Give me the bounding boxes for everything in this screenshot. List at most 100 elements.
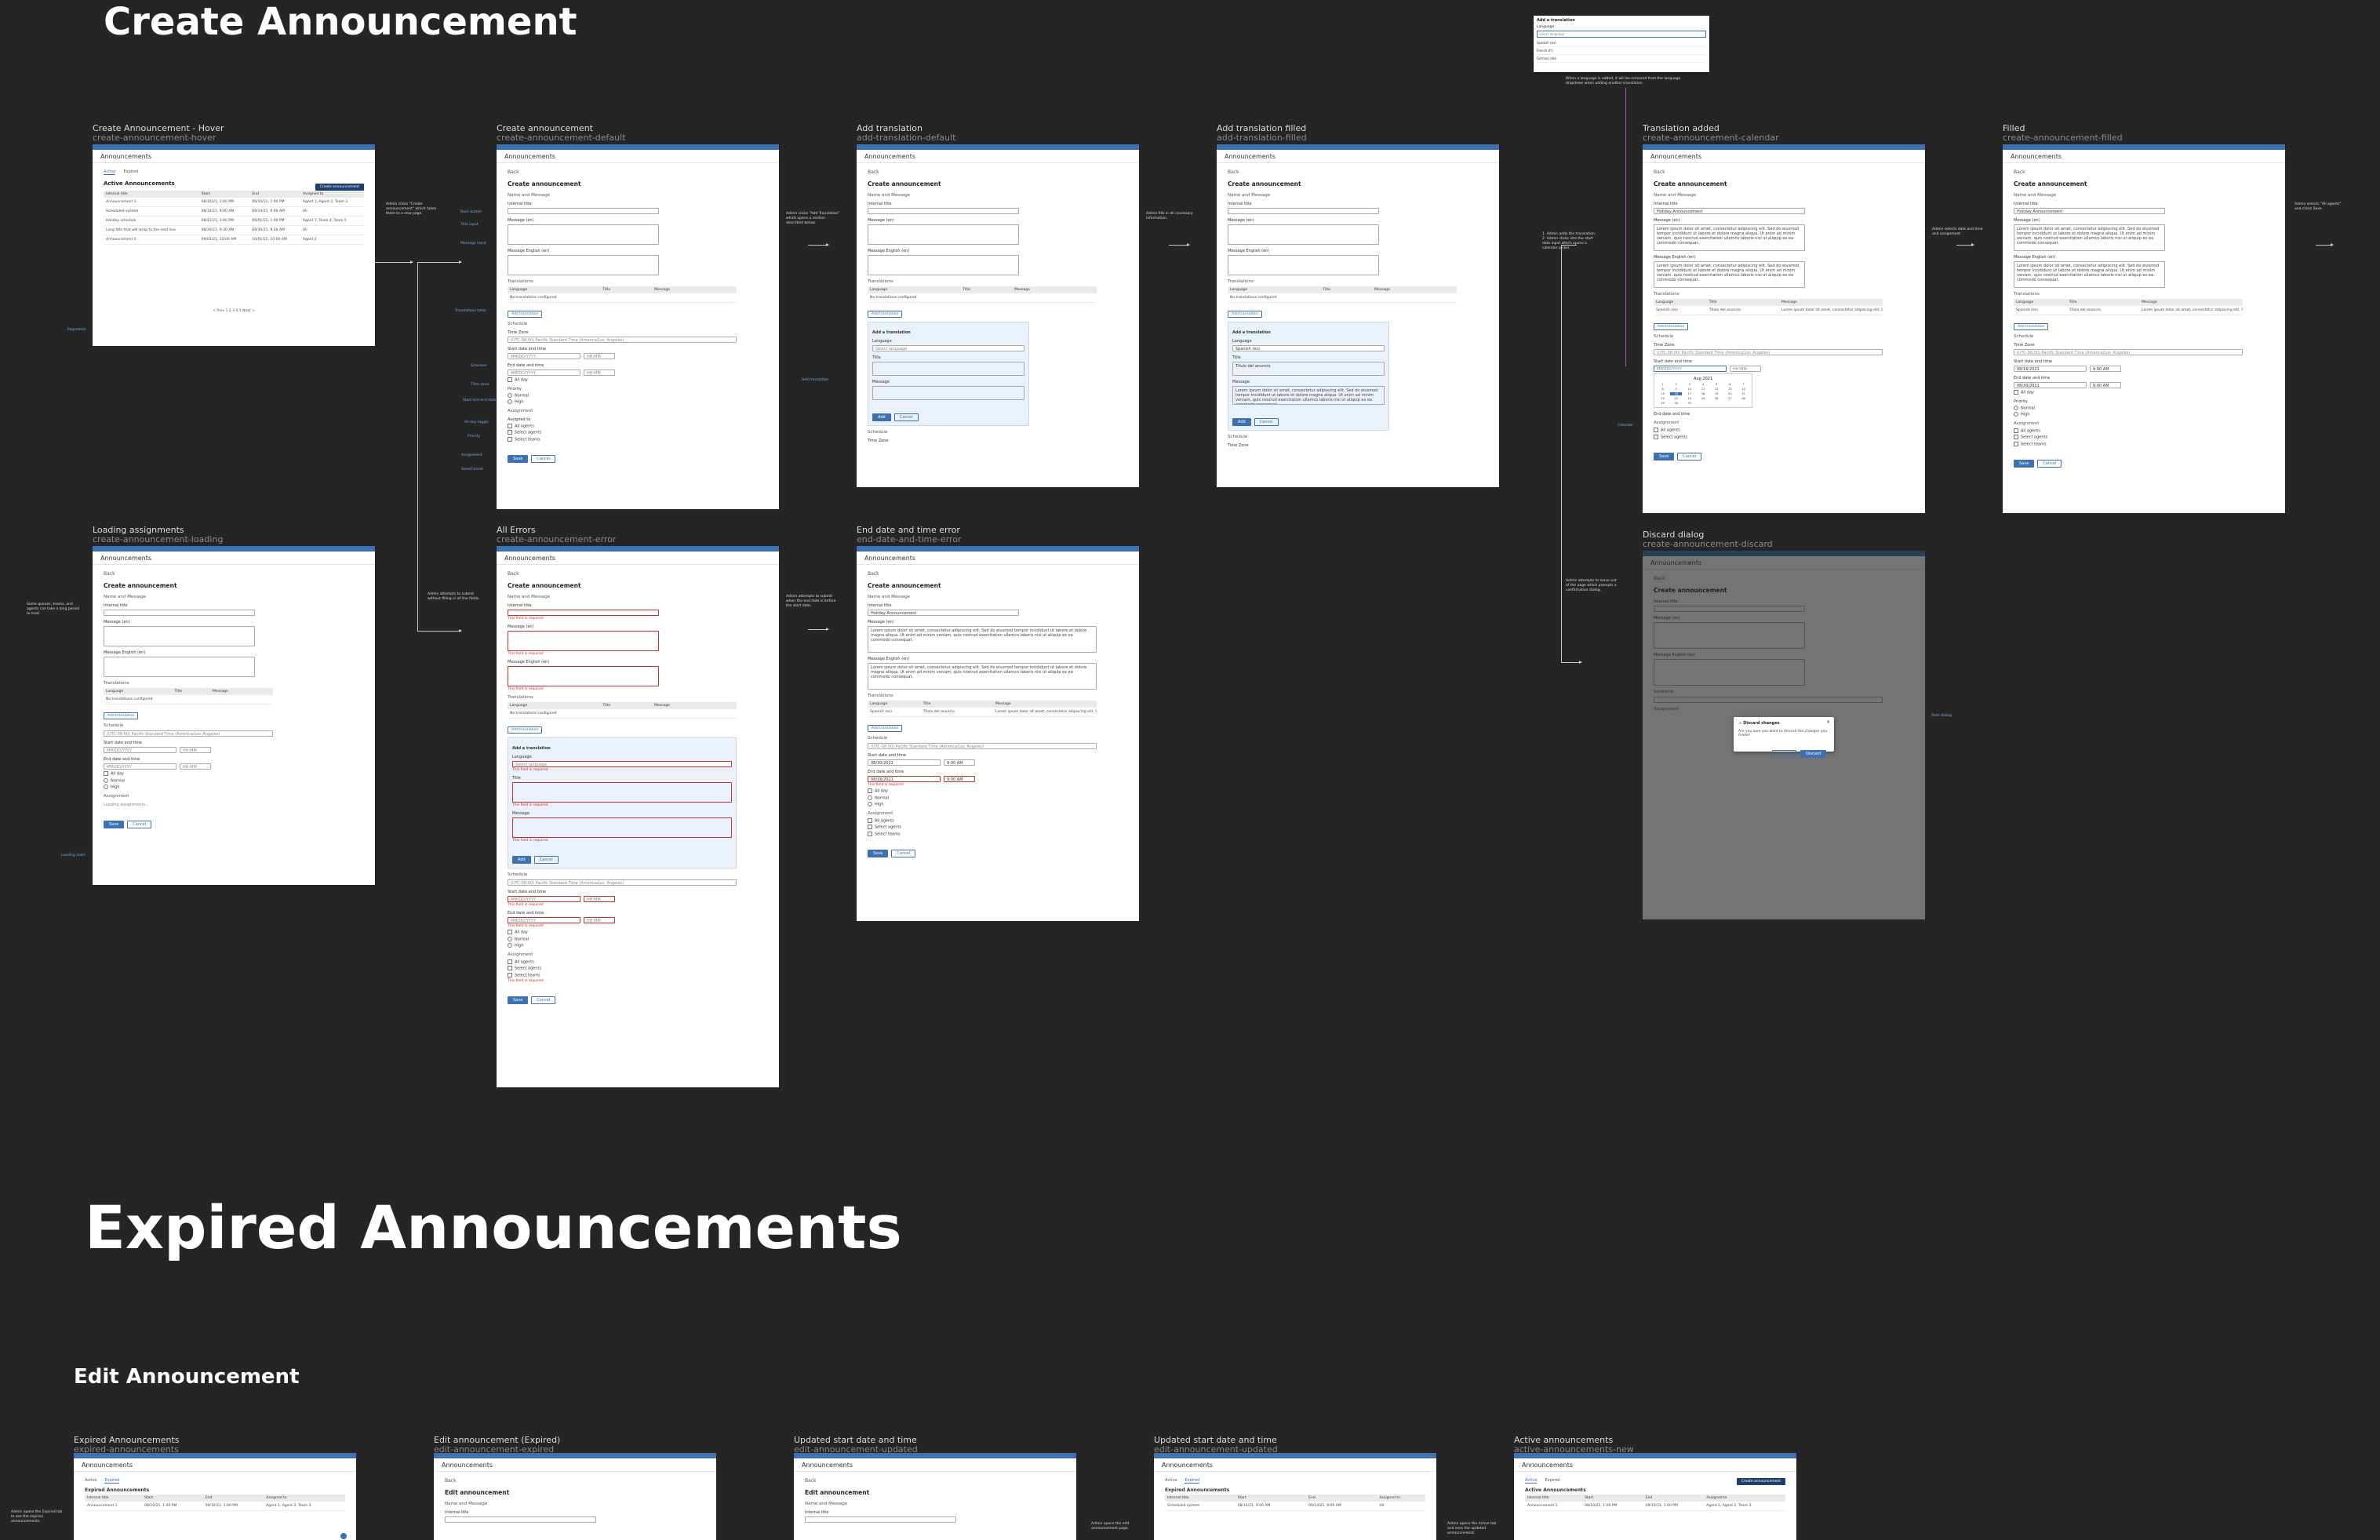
internal-title-input[interactable] xyxy=(445,1516,596,1523)
add-translation-button[interactable]: Add translation xyxy=(104,712,139,719)
save-button[interactable]: Save xyxy=(2014,460,2035,468)
dropdown-option[interactable]: French (fr) xyxy=(1537,47,1706,55)
end-date-input[interactable]: MM/DD/YYYY xyxy=(104,763,176,770)
calendar-day[interactable]: 21 xyxy=(1738,392,1749,395)
table-row[interactable]: Spanish (es) Título del anuncio Lorem ipsu… xyxy=(868,708,1097,717)
cancel-button[interactable]: Cancel xyxy=(1254,418,1279,426)
internal-title-input[interactable] xyxy=(104,610,255,616)
save-button[interactable]: Save xyxy=(508,996,529,1004)
calendar-day[interactable]: 11 xyxy=(1697,388,1709,391)
timezone-select[interactable]: (UTC-08:00) Pacific Standard Time (Ameri… xyxy=(2014,349,2244,355)
back-link[interactable]: Back xyxy=(868,169,1128,175)
cancel-button[interactable]: Cancel xyxy=(891,850,916,857)
translation-message-input[interactable]: Lorem ipsum dolor sit amet, consectetur … xyxy=(1232,386,1385,405)
col-header[interactable]: Internal title xyxy=(104,191,199,198)
back-link[interactable]: Back xyxy=(1228,169,1488,175)
message-english-textarea[interactable]: Lorem ipsum dolor sit amet, consectetur … xyxy=(2014,261,2165,288)
select-agents-checkbox[interactable]: Select agents xyxy=(508,966,768,971)
add-translation-button[interactable]: Add translation xyxy=(508,311,543,318)
language-select[interactable]: Select language xyxy=(1537,31,1706,38)
select-agents-checkbox[interactable]: Select agents xyxy=(1654,435,1914,439)
tab-active[interactable]: Active xyxy=(1165,1478,1177,1484)
start-date-input[interactable]: 08/30/2021 xyxy=(868,759,941,766)
col-header[interactable]: Assigned to xyxy=(1377,1494,1425,1502)
internal-title-input[interactable]: Holiday Announcement xyxy=(1654,208,1805,214)
back-link[interactable]: Back xyxy=(805,1478,1065,1484)
priority-normal-radio[interactable]: Normal xyxy=(508,937,768,941)
message-english-textarea[interactable] xyxy=(508,255,659,275)
calendar-day[interactable]: 26 xyxy=(1711,397,1723,400)
calendar-day[interactable]: 3 xyxy=(1683,383,1695,386)
end-date-input[interactable]: MM/DD/YYYY xyxy=(508,370,580,376)
all-agents-checkbox[interactable]: All agents xyxy=(2014,428,2274,433)
all-agents-checkbox[interactable]: All agents xyxy=(1654,428,1914,433)
tab-active[interactable]: Active xyxy=(85,1478,96,1484)
end-date-input[interactable]: MM/DD/YYYY xyxy=(508,917,580,923)
calendar-day[interactable]: 14 xyxy=(1738,388,1749,391)
select-teams-checkbox[interactable]: Select teams xyxy=(868,832,1128,836)
start-time-input[interactable]: HH:MM xyxy=(583,353,615,359)
add-translation-button[interactable]: Add translation xyxy=(868,311,903,318)
col-header[interactable]: End xyxy=(249,191,301,198)
dropdown-option[interactable]: Spanish (es) xyxy=(1537,39,1706,47)
col-header[interactable]: Start xyxy=(1235,1494,1307,1502)
priority-normal-radio[interactable]: Normal xyxy=(868,795,1128,800)
tab-expired[interactable]: Expired xyxy=(1545,1478,1559,1484)
back-link[interactable]: Back xyxy=(104,571,364,577)
message-textarea[interactable] xyxy=(508,631,659,651)
language-select[interactable]: Spanish (es) xyxy=(1232,345,1385,351)
calendar-day[interactable]: 9 xyxy=(1670,388,1682,391)
translation-title-input[interactable] xyxy=(872,362,1024,376)
calendar-day[interactable]: 27 xyxy=(1724,397,1736,400)
priority-normal-radio[interactable]: Normal xyxy=(104,778,364,783)
col-header[interactable]: Assigned to xyxy=(300,191,364,198)
calendar-day[interactable]: 13 xyxy=(1724,388,1736,391)
table-row[interactable]: Spanish (es) Título del anuncio Lorem ipsu… xyxy=(1654,306,1883,315)
col-header[interactable]: End xyxy=(1643,1494,1705,1502)
priority-high-radio[interactable]: High xyxy=(868,802,1128,807)
message-english-textarea[interactable] xyxy=(868,255,1019,275)
end-time-input[interactable]: 9:00 AM xyxy=(2089,382,2121,388)
translation-message-input[interactable] xyxy=(512,817,733,838)
calendar-picker[interactable]: Aug 2021 1 2 3 4 5 6 7 8 9 10 11 12 13 14 15 16 17 18 19 20… xyxy=(1654,373,1753,408)
internal-title-input[interactable]: Holiday Announcement xyxy=(868,610,1019,616)
message-textarea[interactable] xyxy=(868,224,1019,245)
cancel-button[interactable]: Cancel xyxy=(1772,750,1797,758)
message-english-textarea[interactable]: Lorem ipsum dolor sit amet, consectetur … xyxy=(868,663,1097,690)
table-row[interactable]: Announcement 1 08/10/21, 1:00 PM 09/10/21,… xyxy=(1525,1502,1785,1511)
message-english-textarea[interactable] xyxy=(1228,255,1379,275)
calendar-day[interactable]: 29 xyxy=(1657,402,1669,405)
col-header[interactable]: Assigned to xyxy=(1704,1494,1785,1502)
calendar-day[interactable]: 5 xyxy=(1711,383,1723,386)
message-english-textarea[interactable] xyxy=(508,666,659,686)
calendar-day[interactable]: 28 xyxy=(1738,397,1749,400)
dropdown-option[interactable]: German (de) xyxy=(1537,55,1706,63)
priority-high-radio[interactable]: High xyxy=(508,399,768,405)
col-header[interactable]: Internal title xyxy=(85,1494,143,1502)
table-row[interactable]: Scheduled system 08/14/21, 9:00 AM 09/14/2… xyxy=(104,206,364,217)
message-english-textarea[interactable]: Lorem ipsum dolor sit amet, consectetur … xyxy=(1654,261,1805,288)
calendar-day[interactable]: 30 xyxy=(1670,402,1682,405)
start-time-input[interactable]: HH:MM xyxy=(583,896,615,902)
internal-title-input[interactable] xyxy=(805,1516,956,1523)
back-link[interactable]: Back xyxy=(868,571,1128,577)
col-header[interactable]: End xyxy=(1306,1494,1377,1502)
all-day-checkbox[interactable]: All day xyxy=(868,788,1128,794)
calendar-day[interactable]: 12 xyxy=(1711,388,1723,391)
tab-expired[interactable]: Expired xyxy=(104,1478,120,1484)
select-agents-checkbox[interactable]: Select agents xyxy=(508,430,768,435)
internal-title-input[interactable] xyxy=(508,208,659,214)
message-textarea[interactable]: Lorem ipsum dolor sit amet, consectetur … xyxy=(1654,224,1805,251)
col-header[interactable]: Internal title xyxy=(1165,1494,1235,1502)
start-time-input[interactable]: 9:00 AM xyxy=(2089,366,2121,372)
priority-normal-radio[interactable]: Normal xyxy=(508,393,768,398)
back-link[interactable]: Back xyxy=(508,571,768,577)
calendar-day[interactable]: 18 xyxy=(1697,392,1709,395)
add-translation-button[interactable]: Add translation xyxy=(1228,311,1263,318)
tab-active[interactable]: Active xyxy=(1525,1478,1538,1484)
end-time-input[interactable]: 9:00 AM xyxy=(943,776,975,782)
all-agents-checkbox[interactable]: All agents xyxy=(508,424,768,428)
table-row[interactable]: Spanish (es) Título del anuncio Lorem ipsu… xyxy=(2014,306,2244,315)
table-row[interactable]: Announcement 1 08/10/21, 1:00 PM 09/10/21,… xyxy=(104,198,364,207)
calendar-day[interactable]: 24 xyxy=(1683,397,1695,400)
